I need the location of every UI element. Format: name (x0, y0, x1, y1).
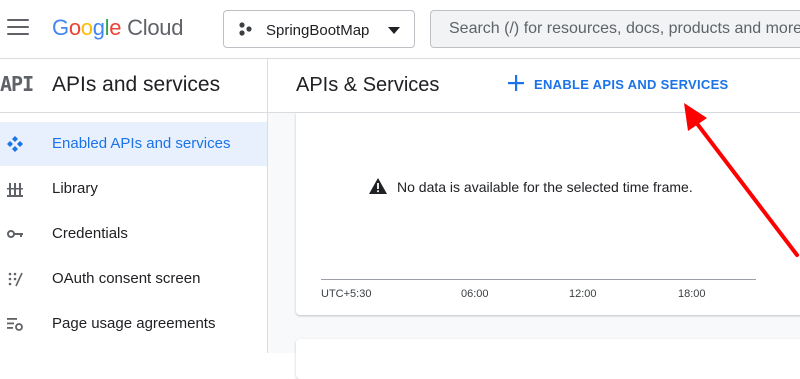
sidebar-item-enabled-apis[interactable]: Enabled APIs and services (0, 122, 267, 166)
api-badge-icon: API (0, 72, 34, 96)
logo-letter: o (68, 15, 81, 40)
enabled-apis-icon (7, 136, 23, 152)
sidebar-item-page-usage[interactable]: Page usage agreements (0, 302, 267, 346)
logo-suffix: Cloud (127, 15, 184, 40)
menu-icon[interactable] (7, 19, 29, 37)
google-cloud-logo[interactable]: Google Cloud (52, 15, 183, 41)
axis-tick: 06:00 (461, 288, 489, 300)
sidebar-item-credentials[interactable]: Credentials (0, 212, 267, 256)
sidebar-item-library[interactable]: Library (0, 167, 267, 211)
page-title: APIs & Services (296, 74, 440, 96)
logo-letter: g (92, 15, 105, 40)
chevron-down-icon (388, 27, 400, 34)
key-icon (7, 230, 23, 238)
logo-letter: o (80, 15, 93, 40)
secondary-card (296, 339, 800, 379)
library-icon (7, 183, 23, 197)
search-input[interactable] (431, 11, 800, 47)
project-picker[interactable]: SpringBootMap (223, 10, 415, 48)
plus-icon (508, 75, 524, 91)
sidebar-title: APIs and services (52, 73, 221, 96)
sidebar-item-oauth[interactable]: OAuth consent screen (0, 257, 267, 301)
sidebar-item-label: Enabled APIs and services (52, 135, 231, 152)
logo-letter: e (109, 15, 122, 40)
warning-icon (369, 178, 387, 194)
project-icon (239, 22, 252, 36)
axis-tick: UTC+5:30 (321, 288, 372, 300)
main-header: APIs & Services ENABLE APIS AND SERVICES (268, 59, 800, 113)
sidebar-header: API APIs and services (0, 59, 267, 113)
chart-axis (321, 279, 756, 280)
empty-state-message: No data is available for the selected ti… (397, 179, 693, 195)
search-box[interactable] (430, 10, 800, 48)
sidebar: API APIs and services Enabled APIs and s… (0, 59, 268, 353)
top-bar: Google Cloud SpringBootMap (0, 0, 800, 59)
project-name: SpringBootMap (266, 22, 370, 39)
sidebar-item-label: Page usage agreements (52, 315, 216, 332)
oauth-icon (8, 272, 23, 287)
sidebar-item-label: Library (52, 180, 98, 197)
axis-tick: 12:00 (569, 288, 597, 300)
main-content: APIs & Services ENABLE APIS AND SERVICES… (268, 59, 800, 379)
traffic-chart-card: No data is available for the selected ti… (296, 113, 800, 315)
axis-tick: 18:00 (678, 288, 706, 300)
sidebar-item-label: Credentials (52, 225, 128, 242)
enable-apis-label: ENABLE APIS AND SERVICES (534, 77, 729, 92)
settings-list-icon (7, 318, 23, 331)
logo-letter: G (52, 15, 69, 40)
sidebar-item-label: OAuth consent screen (52, 270, 201, 287)
